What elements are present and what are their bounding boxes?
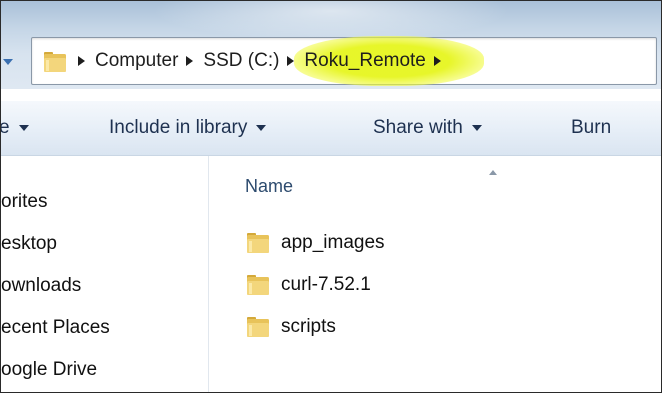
nav-item-downloads[interactable]: ownloads — [1, 275, 81, 297]
explorer-window: Computer SSD (C:) Roku_Remote e Include … — [0, 0, 662, 393]
sort-ascending-icon — [489, 170, 497, 175]
breadcrumb-label: SSD (C:) — [203, 50, 280, 71]
chevron-down-icon — [18, 125, 29, 131]
burn-label: Burn — [571, 117, 612, 138]
breadcrumb-separator-icon[interactable] — [78, 56, 85, 66]
nav-item-google-drive[interactable]: oogle Drive — [1, 359, 97, 381]
breadcrumb-roku-remote[interactable]: Roku_Remote — [294, 36, 485, 86]
chevron-right-icon[interactable] — [186, 56, 194, 66]
chevron-right-icon[interactable] — [287, 56, 295, 66]
share-with-button[interactable]: Share with — [373, 117, 482, 139]
name-column-header[interactable]: Name — [245, 176, 293, 197]
navigation-pane: orites esktop ownloads ecent Places oogl… — [1, 156, 209, 392]
organize-button[interactable]: e — [0, 117, 29, 139]
title-bar: Computer SSD (C:) Roku_Remote — [1, 1, 661, 89]
title-glass — [151, 1, 511, 41]
folder-icon — [245, 273, 271, 297]
recent-pages-arrow-icon[interactable] — [3, 59, 13, 65]
list-item[interactable]: app_images — [245, 231, 385, 255]
include-label: Include in library — [109, 117, 248, 138]
folder-icon — [245, 231, 271, 255]
share-label: Share with — [373, 117, 463, 138]
list-item[interactable]: curl-7.52.1 — [245, 273, 371, 297]
include-in-library-button[interactable]: Include in library — [109, 117, 267, 139]
nav-item-desktop[interactable]: esktop — [1, 233, 57, 255]
breadcrumb-ssd[interactable]: SSD (C:) — [203, 50, 304, 72]
file-name: app_images — [281, 232, 385, 253]
breadcrumb-label: Roku_Remote — [304, 50, 426, 71]
burn-button[interactable]: Burn — [571, 117, 611, 139]
nav-item-recent-places[interactable]: ecent Places — [1, 317, 110, 339]
file-name: scripts — [281, 316, 336, 337]
chevron-right-icon[interactable] — [433, 56, 441, 66]
organize-label: e — [0, 117, 10, 138]
file-name: curl-7.52.1 — [281, 274, 371, 295]
command-bar: e Include in library Share with Burn — [1, 101, 661, 156]
list-item[interactable]: scripts — [245, 315, 336, 339]
chevron-down-icon — [256, 125, 267, 131]
breadcrumb-label: Computer — [95, 50, 179, 71]
chevron-down-icon — [471, 125, 482, 131]
nav-item-favorites[interactable]: orites — [1, 191, 47, 213]
breadcrumb-computer[interactable]: Computer — [95, 50, 203, 72]
address-bar[interactable]: Computer SSD (C:) Roku_Remote — [31, 36, 657, 86]
folder-icon — [245, 315, 271, 339]
file-list: Name app_images curl-7.52.1 scripts — [209, 156, 661, 392]
folder-icon — [42, 48, 68, 74]
